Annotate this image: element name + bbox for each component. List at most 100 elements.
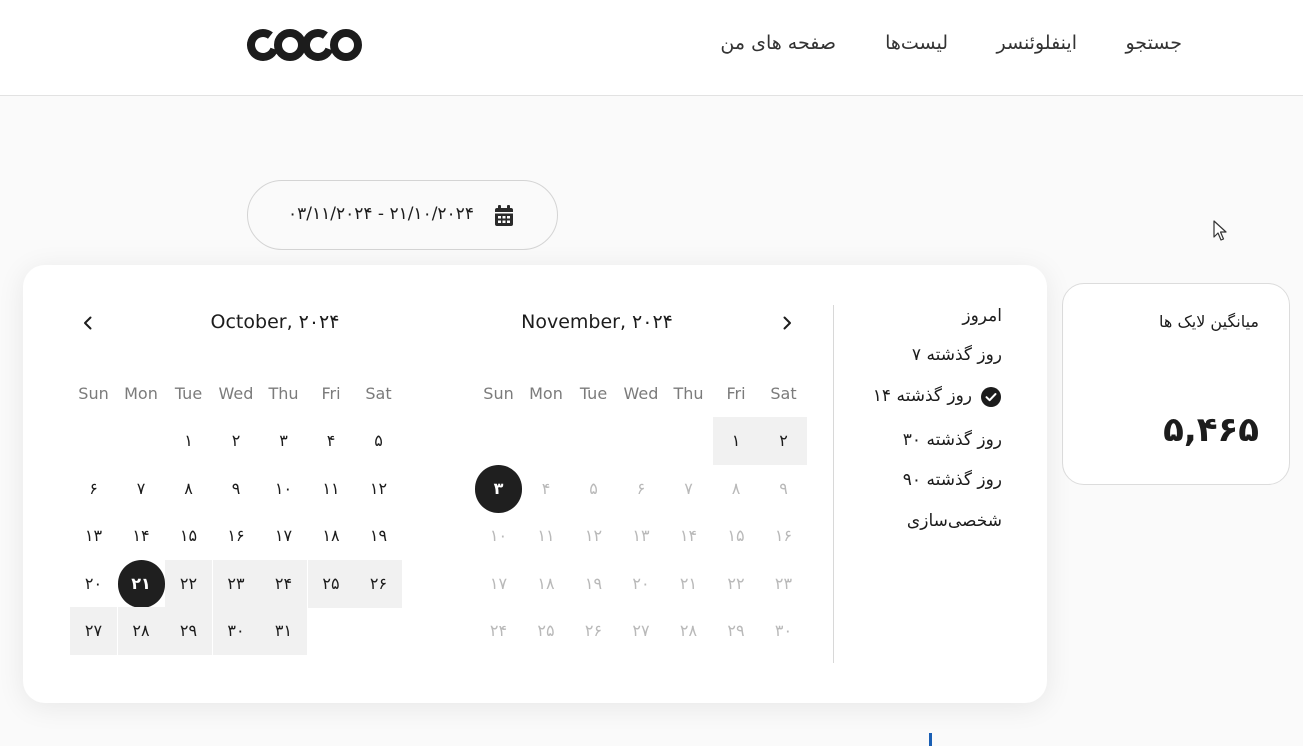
calendar-day[interactable]: ۲۵ bbox=[523, 607, 570, 655]
calendar-day[interactable]: ۱۷ bbox=[260, 512, 307, 560]
date-range-button[interactable]: ۰۳/۱۱/۲۰۲۴ - ۲۱/۱۰/۲۰۲۴ bbox=[247, 180, 558, 250]
weekday-sat: Sat bbox=[770, 384, 797, 403]
calendar-day[interactable]: ۲۴ bbox=[260, 559, 307, 608]
weekday-sun: Sun bbox=[78, 384, 109, 403]
calendar-day[interactable]: ۱۶ bbox=[760, 512, 807, 560]
nav-my-pages[interactable]: صفحه های من bbox=[720, 32, 836, 54]
weekday-mon: Mon bbox=[529, 384, 563, 403]
weekday-fri: Fri bbox=[321, 384, 341, 403]
calendar-day[interactable]: ۲۷ bbox=[618, 607, 665, 655]
calendar-day[interactable]: ۹ bbox=[760, 465, 807, 513]
month-title-november: November, ۲۰۲۴ bbox=[521, 311, 673, 333]
calendar-day[interactable]: ۳۰ bbox=[760, 607, 807, 655]
calendar-icon bbox=[495, 205, 513, 226]
calendar-day[interactable]: ۱ bbox=[165, 417, 212, 465]
calendar-day[interactable]: ۲۲ bbox=[165, 559, 212, 608]
presets-divider bbox=[833, 305, 834, 663]
chart-fragment bbox=[929, 733, 932, 746]
preset-today[interactable]: امروز bbox=[962, 306, 1002, 326]
calendar-day[interactable]: ۲۸ bbox=[117, 607, 165, 655]
stat-title: میانگین لایک ها bbox=[1159, 312, 1259, 331]
weekday-mon: Mon bbox=[124, 384, 158, 403]
calendar-day[interactable]: ۱۴ bbox=[665, 512, 712, 560]
nav-influencer[interactable]: اینفلوئنسر bbox=[997, 32, 1077, 54]
calendar-day[interactable]: ۲۰ bbox=[618, 560, 665, 608]
calendar-day[interactable]: ۴ bbox=[523, 465, 570, 513]
calendar-day[interactable]: ۵ bbox=[570, 465, 617, 513]
calendar-day[interactable]: ۷ bbox=[665, 465, 712, 513]
calendar-day[interactable]: ۱۸ bbox=[308, 512, 355, 560]
nav-search[interactable]: جستجو bbox=[1125, 32, 1182, 54]
chevron-left-icon[interactable] bbox=[80, 315, 96, 331]
calendar-day[interactable]: ۱۲ bbox=[355, 465, 402, 513]
calendar-day[interactable]: ۳۱ bbox=[260, 607, 307, 655]
calendar-day[interactable]: ۷ bbox=[118, 465, 165, 513]
weekday-wed: Wed bbox=[218, 384, 254, 403]
calendar-day[interactable]: ۸ bbox=[165, 465, 212, 513]
check-circle-icon bbox=[981, 387, 1001, 407]
weekday-thu: Thu bbox=[268, 384, 299, 403]
calendar-day[interactable]: ۲۸ bbox=[665, 607, 712, 655]
calendar-day[interactable]: ۵ bbox=[355, 417, 402, 465]
calendar-day[interactable]: ۲۳ bbox=[212, 559, 260, 608]
calendar-day[interactable]: ۲۱ bbox=[117, 559, 165, 608]
calendar-day[interactable]: ۲۰ bbox=[70, 560, 117, 608]
calendar-day[interactable]: ۶ bbox=[70, 465, 117, 513]
coco-logo[interactable] bbox=[246, 26, 366, 64]
weekday-tue: Tue bbox=[174, 384, 203, 403]
calendar-day[interactable]: ۱۰ bbox=[260, 465, 307, 513]
calendar-day[interactable]: ۲۷ bbox=[70, 607, 117, 655]
month-title-october: October, ۲۰۲۴ bbox=[210, 311, 340, 333]
calendar-day[interactable]: ۹ bbox=[213, 465, 260, 513]
calendar-day[interactable]: ۱۸ bbox=[523, 560, 570, 608]
calendar-day[interactable]: ۶ bbox=[618, 465, 665, 513]
calendar-day[interactable]: ۲۴ bbox=[475, 607, 522, 655]
calendar-day[interactable]: ۸ bbox=[713, 465, 760, 513]
calendar-day[interactable]: ۱ bbox=[712, 417, 760, 465]
calendar-day[interactable]: ۱۶ bbox=[213, 512, 260, 560]
calendar-day[interactable]: ۱۹ bbox=[570, 560, 617, 608]
calendar-day[interactable]: ۳ bbox=[260, 417, 307, 465]
stat-value: ۵,۴۶۵ bbox=[1163, 410, 1259, 450]
calendar-day[interactable]: ۲۲ bbox=[713, 560, 760, 608]
calendar-day[interactable]: ۱۳ bbox=[70, 512, 117, 560]
date-picker-popup: امروز ۷ روز گذشته ۱۴ روز گذشته ۳۰ روز گذ… bbox=[23, 265, 1047, 703]
calendar-day[interactable]: ۲۱ bbox=[665, 560, 712, 608]
calendar-day[interactable]: ۱۵ bbox=[165, 512, 212, 560]
top-header: جستجو اینفلوئنسر لیست‌ها صفحه های من bbox=[0, 0, 1303, 96]
calendar-day[interactable]: ۱۴ bbox=[118, 512, 165, 560]
calendar-day[interactable]: ۱۷ bbox=[475, 560, 522, 608]
calendar-day[interactable]: ۱۳ bbox=[618, 512, 665, 560]
preset-last-7-days[interactable]: ۷ روز گذشته bbox=[912, 345, 1002, 365]
calendar-day[interactable]: ۱۱ bbox=[523, 512, 570, 560]
preset-last-90-days[interactable]: ۹۰ روز گذشته bbox=[903, 470, 1002, 490]
calendar-day[interactable]: ۲ bbox=[760, 417, 807, 465]
calendar-day[interactable]: ۲۶ bbox=[570, 607, 617, 655]
calendar-day[interactable]: ۲۶ bbox=[355, 559, 402, 608]
nav-lists[interactable]: لیست‌ها bbox=[885, 32, 948, 54]
mouse-cursor-icon bbox=[1213, 220, 1227, 241]
calendar-day[interactable]: ۱۵ bbox=[713, 512, 760, 560]
calendar-day[interactable]: ۳۰ bbox=[212, 607, 260, 655]
calendar-day[interactable]: ۱۰ bbox=[475, 512, 522, 560]
weekday-fri: Fri bbox=[726, 384, 746, 403]
preset-last-30-days[interactable]: ۳۰ روز گذشته bbox=[903, 430, 1002, 450]
calendar-day[interactable]: ۲ bbox=[213, 417, 260, 465]
calendar-day[interactable]: ۲۹ bbox=[165, 607, 212, 655]
calendar-day[interactable]: ۴ bbox=[308, 417, 355, 465]
average-likes-card: میانگین لایک ها ۵,۴۶۵ bbox=[1062, 283, 1290, 485]
date-range-text: ۰۳/۱۱/۲۰۲۴ - ۲۱/۱۰/۲۰۲۴ bbox=[288, 204, 474, 224]
preset-custom[interactable]: شخصی‌سازی bbox=[907, 511, 1002, 531]
calendar-day[interactable]: ۱۱ bbox=[308, 465, 355, 513]
chevron-right-icon[interactable] bbox=[779, 315, 795, 331]
calendar-day[interactable]: ۳ bbox=[475, 464, 522, 513]
weekday-sat: Sat bbox=[365, 384, 392, 403]
weekday-sun: Sun bbox=[483, 384, 514, 403]
calendar-day[interactable]: ۱۹ bbox=[355, 512, 402, 560]
preset-last-14-days[interactable]: ۱۴ روز گذشته bbox=[873, 386, 972, 406]
weekday-wed: Wed bbox=[623, 384, 659, 403]
calendar-day[interactable]: ۲۹ bbox=[713, 607, 760, 655]
calendar-day[interactable]: ۲۳ bbox=[760, 560, 807, 608]
calendar-day[interactable]: ۲۵ bbox=[307, 559, 355, 608]
calendar-day[interactable]: ۱۲ bbox=[570, 512, 617, 560]
